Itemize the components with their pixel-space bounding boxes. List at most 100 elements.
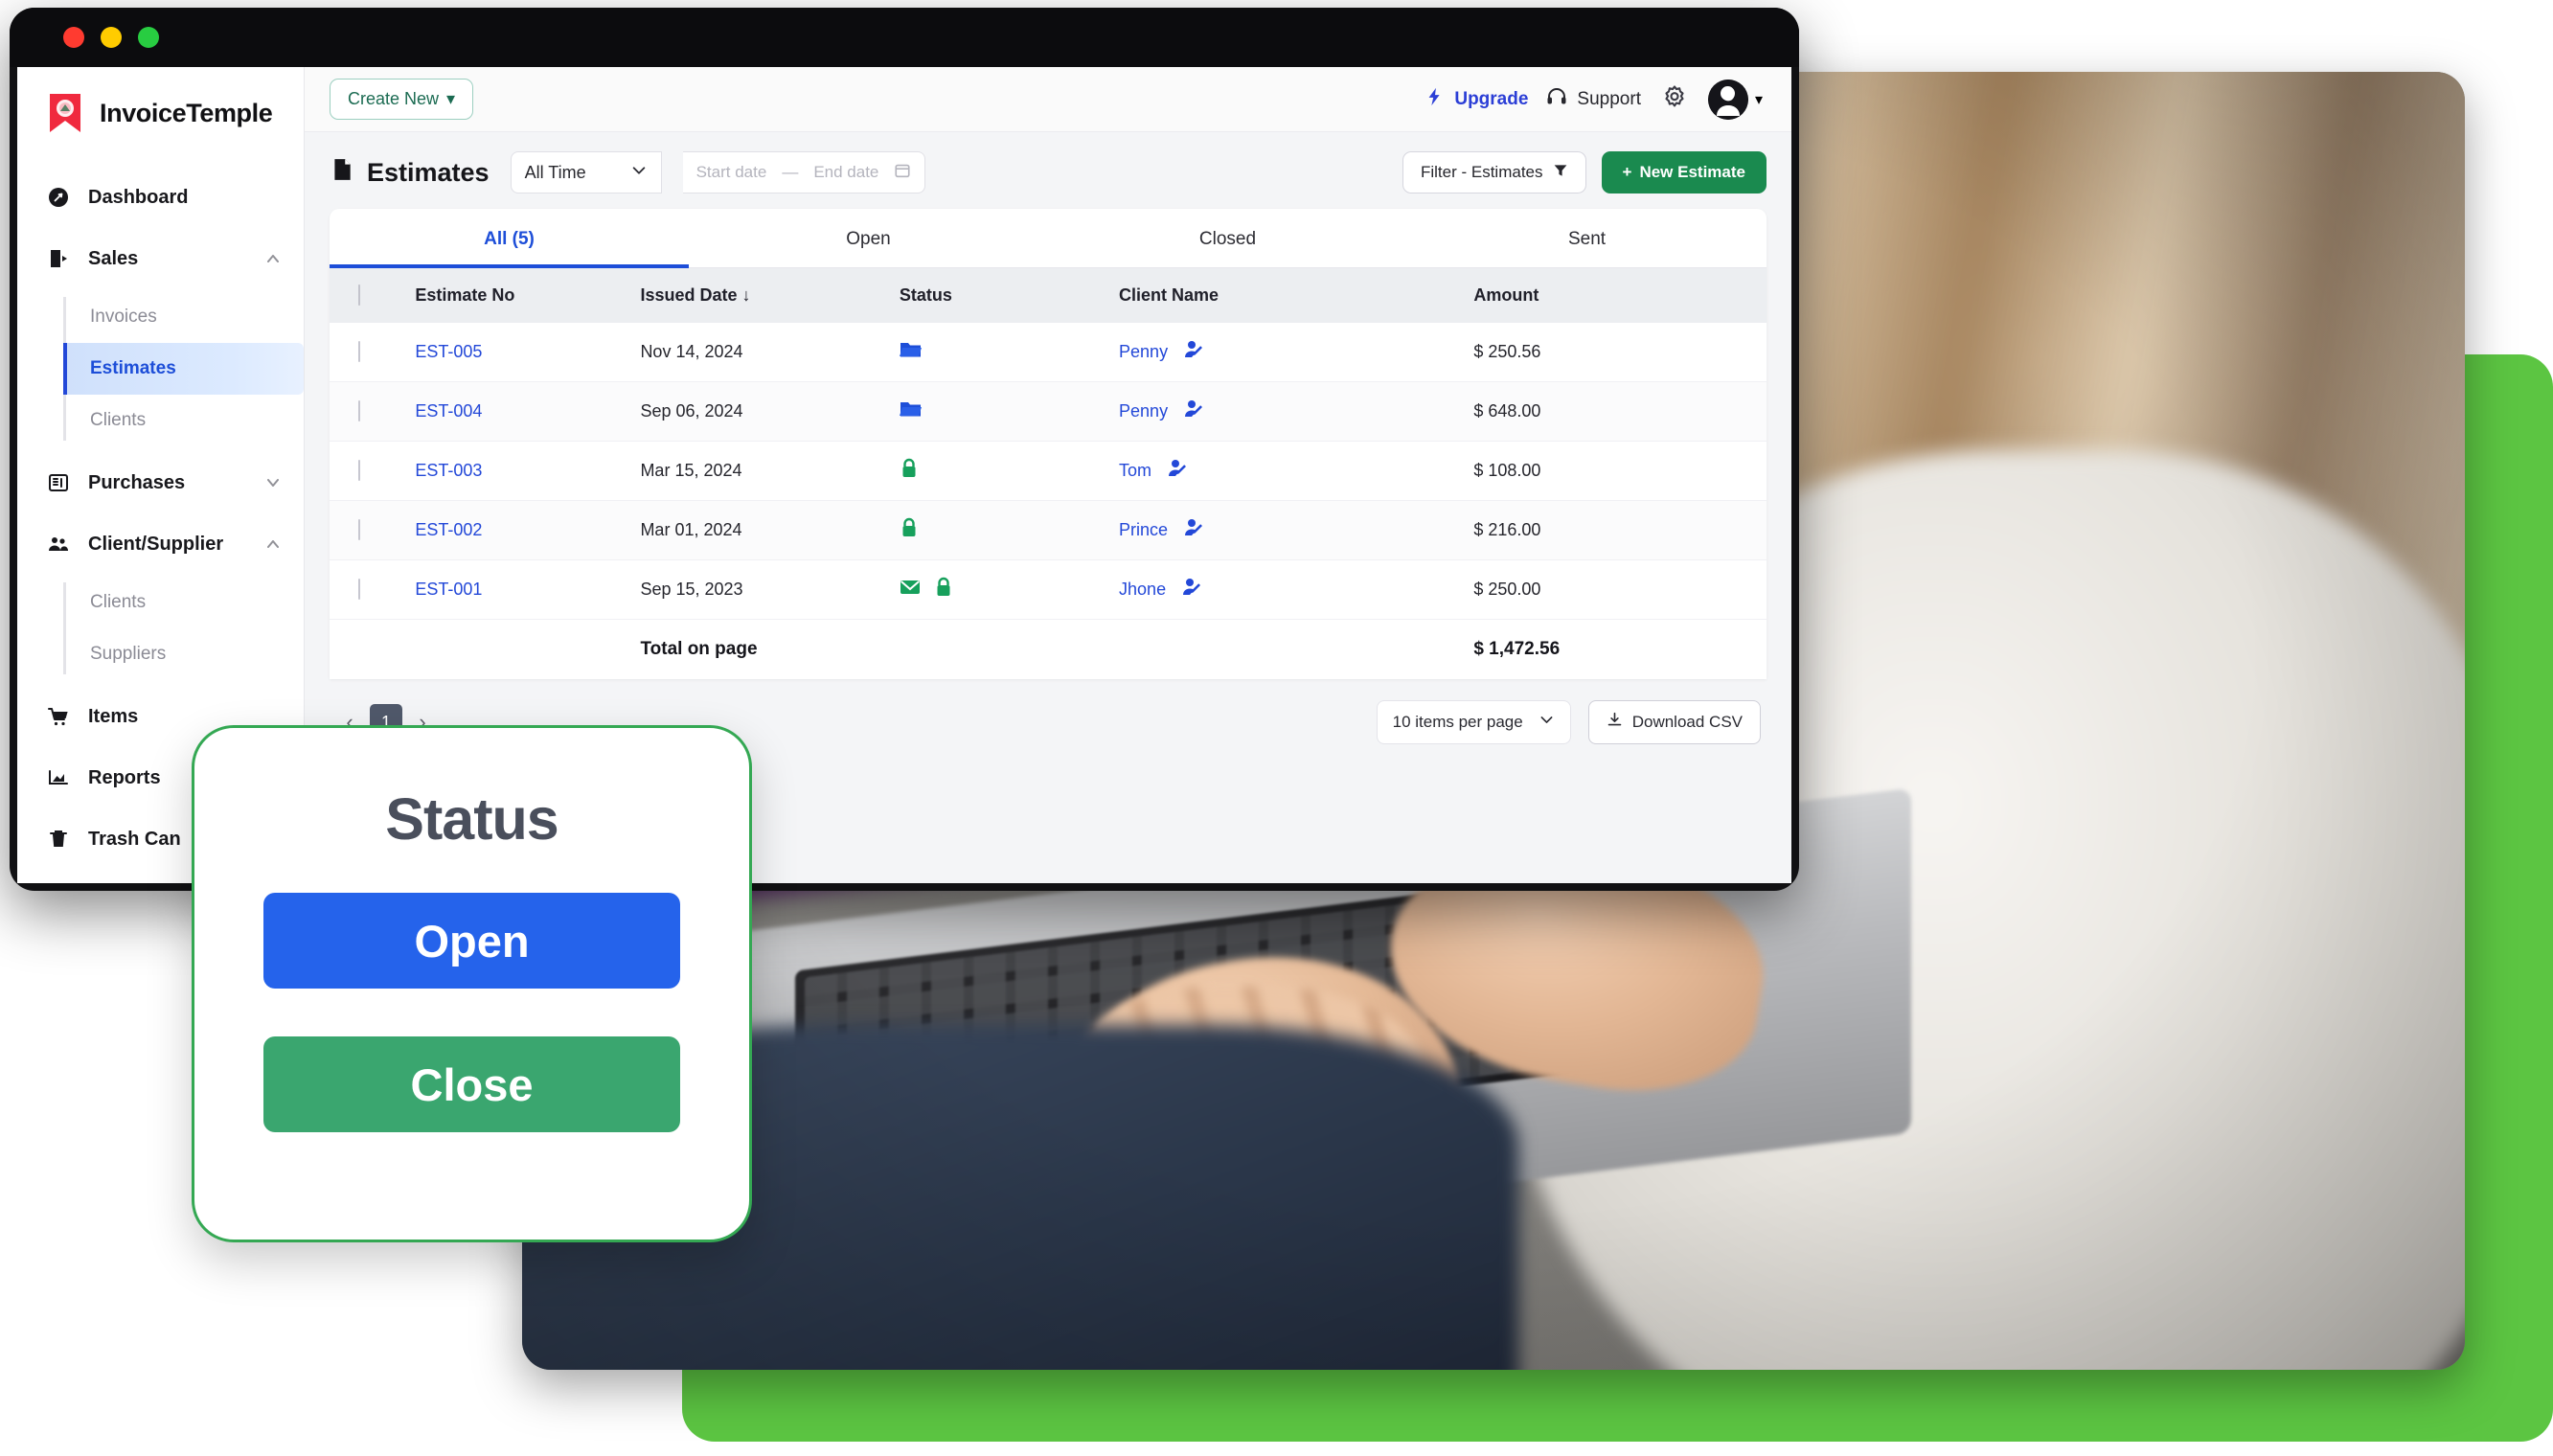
chevron-up-icon[interactable] bbox=[263, 535, 283, 554]
cell-estimate-no: EST-003 bbox=[415, 441, 641, 501]
header-issued-date[interactable]: Issued Date ↓ bbox=[640, 268, 900, 323]
envelope-icon bbox=[900, 579, 921, 601]
items-per-page-select[interactable]: 10 items per page bbox=[1376, 700, 1571, 744]
tab-sent[interactable]: Sent bbox=[1407, 209, 1767, 267]
maximize-window-button[interactable] bbox=[138, 27, 159, 48]
headset-icon bbox=[1545, 85, 1568, 114]
client-link[interactable]: Penny bbox=[1119, 342, 1168, 362]
client-cell: Tom bbox=[1119, 458, 1473, 484]
estimates-table-card: All (5) Open Closed Sent Estimate No Iss… bbox=[330, 209, 1767, 679]
sidebar-item-invoices[interactable]: Invoices bbox=[63, 291, 304, 343]
cart-icon bbox=[46, 704, 71, 729]
funnel-icon bbox=[1553, 163, 1568, 183]
tab-open[interactable]: Open bbox=[689, 209, 1048, 267]
edit-user-icon[interactable] bbox=[1181, 577, 1202, 603]
calendar-icon[interactable] bbox=[894, 162, 911, 184]
chevron-down-icon[interactable] bbox=[263, 473, 283, 492]
table-row[interactable]: EST-005 Nov 14, 2024 Penny $ 250.56 bbox=[330, 323, 1767, 382]
cell-amount: $ 250.56 bbox=[1473, 323, 1767, 382]
client-cell: Prince bbox=[1119, 517, 1473, 543]
upgrade-button[interactable]: Upgrade bbox=[1425, 86, 1528, 113]
sidebar-item-purchases[interactable]: Purchases bbox=[17, 452, 304, 513]
lock-icon bbox=[900, 458, 919, 484]
sidebar-item-suppliers[interactable]: Suppliers bbox=[63, 628, 304, 680]
plus-icon: + bbox=[1622, 163, 1632, 181]
edit-user-icon[interactable] bbox=[1183, 339, 1204, 365]
tab-all[interactable]: All (5) bbox=[330, 209, 689, 268]
table-row[interactable]: EST-004 Sep 06, 2024 Penny $ 648.00 bbox=[330, 381, 1767, 442]
time-filter-select[interactable]: All Time bbox=[510, 151, 662, 193]
sidebar-item-clients-sales[interactable]: Clients bbox=[63, 395, 304, 446]
table-row[interactable]: EST-003 Mar 15, 2024 Tom $ 108.00 bbox=[330, 441, 1767, 501]
row-checkbox[interactable] bbox=[358, 341, 360, 362]
sidebar-item-clients[interactable]: Clients bbox=[63, 577, 304, 628]
client-link[interactable]: Penny bbox=[1119, 401, 1168, 421]
header-estimate-no[interactable]: Estimate No bbox=[415, 268, 641, 323]
header-client-name[interactable]: Client Name bbox=[1119, 268, 1474, 323]
date-range-picker[interactable]: Start date — End date bbox=[682, 151, 926, 193]
open-folder-icon bbox=[899, 399, 923, 423]
table-header-row: Estimate No Issued Date ↓ Status Client … bbox=[330, 268, 1767, 323]
cell-amount: $ 108.00 bbox=[1473, 441, 1767, 501]
cell-issued-date: Mar 15, 2024 bbox=[640, 441, 900, 501]
table-row[interactable]: EST-002 Mar 01, 2024 Prince $ 216.00 bbox=[330, 500, 1767, 560]
header-status[interactable]: Status bbox=[899, 268, 1120, 323]
create-new-button[interactable]: Create New ▾ bbox=[330, 79, 474, 120]
client-link[interactable]: Tom bbox=[1119, 461, 1151, 481]
lock-icon bbox=[900, 517, 919, 543]
estimate-link[interactable]: EST-005 bbox=[415, 342, 482, 361]
row-checkbox[interactable] bbox=[358, 400, 360, 421]
edit-user-icon[interactable] bbox=[1183, 517, 1204, 543]
client-link[interactable]: Jhone bbox=[1119, 580, 1166, 600]
client-cell: Penny bbox=[1119, 398, 1473, 424]
cell-amount: $ 216.00 bbox=[1473, 500, 1767, 560]
status-open-button[interactable]: Open bbox=[263, 893, 680, 989]
download-csv-button[interactable]: Download CSV bbox=[1587, 700, 1761, 744]
status-icon-group bbox=[900, 577, 1119, 603]
cell-estimate-no: EST-001 bbox=[415, 559, 641, 620]
sidebar-subitem-label: Estimates bbox=[90, 358, 176, 378]
tab-label: Sent bbox=[1567, 229, 1607, 249]
row-checkbox[interactable] bbox=[358, 519, 360, 540]
row-select-cell bbox=[330, 559, 416, 620]
estimate-link[interactable]: EST-004 bbox=[415, 401, 482, 421]
estimate-link[interactable]: EST-002 bbox=[415, 520, 482, 539]
status-tabs: All (5) Open Closed Sent bbox=[330, 209, 1767, 268]
support-button[interactable]: Support bbox=[1545, 85, 1641, 114]
row-checkbox[interactable] bbox=[358, 579, 360, 600]
client-cell: Jhone bbox=[1119, 577, 1473, 603]
trash-icon bbox=[46, 827, 71, 852]
cell-client-name: Tom bbox=[1119, 441, 1474, 501]
header-amount[interactable]: Amount bbox=[1473, 268, 1767, 323]
new-estimate-label: New Estimate bbox=[1639, 163, 1745, 181]
table-row[interactable]: EST-001 Sep 15, 2023 Jhone $ 250.00 bbox=[330, 559, 1767, 620]
estimate-link[interactable]: EST-003 bbox=[415, 461, 482, 480]
minimize-window-button[interactable] bbox=[101, 27, 122, 48]
edit-user-icon[interactable] bbox=[1183, 398, 1204, 424]
download-csv-label: Download CSV bbox=[1631, 713, 1743, 731]
select-all-checkbox[interactable] bbox=[358, 284, 360, 306]
user-menu[interactable]: ▾ bbox=[1707, 79, 1763, 120]
chevron-down-icon: ▾ bbox=[446, 89, 456, 108]
document-icon bbox=[330, 157, 354, 189]
row-checkbox[interactable] bbox=[358, 460, 360, 481]
client-link[interactable]: Prince bbox=[1119, 520, 1168, 540]
tab-closed[interactable]: Closed bbox=[1048, 209, 1407, 267]
sidebar-item-dashboard[interactable]: Dashboard bbox=[17, 167, 304, 228]
chevron-up-icon[interactable] bbox=[263, 249, 283, 268]
cell-status bbox=[899, 559, 1120, 620]
new-estimate-button[interactable]: + New Estimate bbox=[1601, 151, 1767, 193]
estimate-link[interactable]: EST-001 bbox=[415, 580, 482, 599]
brand[interactable]: InvoiceTemple bbox=[17, 92, 304, 167]
sidebar-item-sales[interactable]: Sales bbox=[17, 228, 304, 289]
sidebar-item-estimates[interactable]: Estimates bbox=[63, 343, 304, 395]
end-date-input[interactable]: End date bbox=[813, 163, 878, 182]
estimates-table: Estimate No Issued Date ↓ Status Client … bbox=[330, 268, 1767, 679]
settings-gear-button[interactable] bbox=[1658, 83, 1691, 116]
edit-user-icon[interactable] bbox=[1167, 458, 1188, 484]
filter-estimates-button[interactable]: Filter - Estimates bbox=[1402, 151, 1586, 193]
status-close-button[interactable]: Close bbox=[263, 1036, 680, 1132]
sidebar-item-client-supplier[interactable]: Client/Supplier bbox=[17, 513, 304, 575]
start-date-input[interactable]: Start date bbox=[696, 163, 767, 182]
close-window-button[interactable] bbox=[63, 27, 84, 48]
